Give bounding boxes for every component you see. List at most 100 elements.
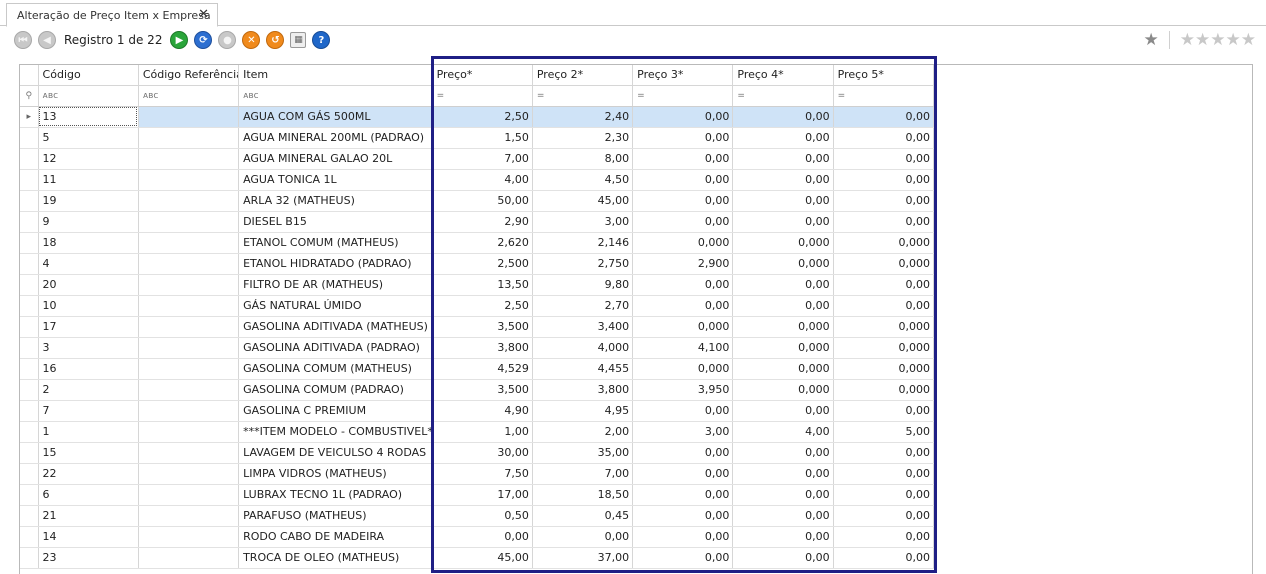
cell-preco-5[interactable]: 0,00 [833, 526, 935, 548]
table-row[interactable]: 12 AGUA MINERAL GALAO 20L 7,00 8,00 0,00 0,00… [20, 148, 935, 170]
cell-preco[interactable]: 13,50 [432, 274, 533, 296]
cell-codigo[interactable]: 18 [38, 232, 139, 254]
cell-preco-3[interactable]: 0,00 [632, 442, 734, 464]
close-icon[interactable]: ✕ [198, 7, 209, 22]
cell-item[interactable]: AGUA MINERAL GALAO 20L [238, 148, 433, 170]
cell-preco-5[interactable]: 0,00 [833, 190, 935, 212]
cell-preco[interactable]: 3,500 [432, 379, 533, 401]
cell-preco-2[interactable]: 4,455 [532, 358, 634, 380]
filter-preco-2[interactable]: = [532, 85, 634, 107]
cell-preco-5[interactable]: 0,000 [833, 253, 935, 275]
cell-preco-4[interactable]: 0,00 [732, 148, 834, 170]
cell-preco-2[interactable]: 2,146 [532, 232, 634, 254]
cell-item[interactable]: TROCA DE OLEO (MATHEUS) [238, 547, 433, 569]
cell-preco-4[interactable]: 0,00 [732, 106, 834, 128]
cell-preco-4[interactable]: 0,000 [732, 337, 834, 359]
cell-preco[interactable]: 2,500 [432, 253, 533, 275]
cell-preco-5[interactable]: 0,00 [833, 148, 935, 170]
cell-item[interactable]: ***ITEM MODELO - COMBUSTIVEL*** [238, 421, 433, 443]
cell-preco-3[interactable]: 0,000 [632, 358, 734, 380]
cell-preco[interactable]: 17,00 [432, 484, 533, 506]
cell-codigo-referencia[interactable] [138, 232, 240, 254]
filter-item[interactable]: ᴀʙc [238, 85, 433, 107]
cell-codigo-referencia[interactable] [138, 484, 240, 506]
disabled-action-icon[interactable]: ● [218, 31, 237, 49]
cell-preco[interactable]: 2,50 [432, 295, 533, 317]
cell-preco-5[interactable]: 0,00 [833, 484, 935, 506]
cell-preco[interactable]: 3,500 [432, 316, 533, 338]
cell-preco[interactable]: 45,00 [432, 547, 533, 569]
cell-codigo[interactable]: 2 [38, 379, 139, 401]
cell-codigo[interactable]: 3 [38, 337, 139, 359]
cell-preco-4[interactable]: 0,00 [732, 274, 834, 296]
table-row[interactable]: 7 GASOLINA C PREMIUM 4,90 4,95 0,00 0,00 0,00 [20, 400, 935, 422]
cell-preco-3[interactable]: 3,00 [632, 421, 734, 443]
cell-preco-4[interactable]: 0,00 [732, 400, 834, 422]
table-row[interactable]: 17 GASOLINA ADITIVADA (MATHEUS) 3,500 3,400… [20, 316, 935, 338]
favorite-star-icon[interactable]: ★ [1144, 30, 1159, 50]
cell-preco-3[interactable]: 0,00 [632, 127, 734, 149]
cell-preco-2[interactable]: 4,50 [532, 169, 634, 191]
cell-preco-4[interactable]: 0,00 [732, 484, 834, 506]
cell-preco[interactable]: 0,50 [432, 505, 533, 527]
cell-codigo-referencia[interactable] [138, 379, 240, 401]
cell-preco[interactable]: 2,620 [432, 232, 533, 254]
cell-codigo[interactable]: 16 [38, 358, 139, 380]
cell-preco[interactable]: 1,50 [432, 127, 533, 149]
table-row[interactable]: 9 DIESEL B15 2,90 3,00 0,00 0,00 0,00 [20, 211, 935, 233]
cell-preco-2[interactable]: 2,30 [532, 127, 634, 149]
filter-codigo[interactable]: ᴀʙc [38, 85, 139, 107]
cell-item[interactable]: LAVAGEM DE VEICULSO 4 RODAS [238, 442, 433, 464]
table-row[interactable]: 19 ARLA 32 (MATHEUS) 50,00 45,00 0,00 0,00 0,0… [20, 190, 935, 212]
cell-preco-4[interactable]: 0,000 [732, 316, 834, 338]
table-row[interactable]: 3 GASOLINA ADITIVADA (PADRAO) 3,800 4,000 4,… [20, 337, 935, 359]
cell-preco[interactable]: 2,50 [432, 106, 533, 128]
cell-preco-2[interactable]: 8,00 [532, 148, 634, 170]
cell-preco-2[interactable]: 9,80 [532, 274, 634, 296]
cell-preco-5[interactable]: 0,00 [833, 295, 935, 317]
grid-view-icon[interactable]: ▦ [290, 32, 307, 48]
cell-item[interactable]: GASOLINA ADITIVADA (PADRAO) [238, 337, 433, 359]
table-row[interactable]: 14 RODO CABO DE MADEIRA 0,00 0,00 0,00 0,00 0,… [20, 526, 935, 548]
refresh-icon[interactable]: ⟳ [194, 31, 213, 49]
cell-item[interactable]: LIMPA VIDROS (MATHEUS) [238, 463, 433, 485]
cell-preco-3[interactable]: 0,00 [632, 211, 734, 233]
cell-codigo-referencia[interactable] [138, 295, 240, 317]
cell-codigo[interactable]: 13 [38, 106, 139, 128]
table-row[interactable]: 21 PARAFUSO (MATHEUS) 0,50 0,45 0,00 0,00 0,00 [20, 505, 935, 527]
cell-preco-2[interactable]: 3,800 [532, 379, 634, 401]
cell-preco-4[interactable]: 0,00 [732, 505, 834, 527]
table-row[interactable]: 5 AGUA MINERAL 200ML (PADRAO) 1,50 2,30 0,00… [20, 127, 935, 149]
table-row[interactable]: 10 GÁS NATURAL ÚMIDO 2,50 2,70 0,00 0,00 0,00 [20, 295, 935, 317]
cell-codigo-referencia[interactable] [138, 274, 240, 296]
cell-codigo[interactable]: 23 [38, 547, 139, 569]
cell-preco[interactable]: 2,90 [432, 211, 533, 233]
cell-item[interactable]: GASOLINA ADITIVADA (MATHEUS) [238, 316, 433, 338]
table-row[interactable]: 1 ***ITEM MODELO - COMBUSTIVEL*** 1,00 2,00… [20, 421, 935, 443]
cell-preco[interactable]: 4,90 [432, 400, 533, 422]
cell-preco-4[interactable]: 0,00 [732, 547, 834, 569]
cell-preco-3[interactable]: 0,00 [632, 295, 734, 317]
cancel-icon[interactable]: ✕ [242, 31, 261, 49]
table-row[interactable]: 2 GASOLINA COMUM (PADRAO) 3,500 3,800 3,950 0… [20, 379, 935, 401]
cell-preco-2[interactable]: 35,00 [532, 442, 634, 464]
cell-codigo[interactable]: 9 [38, 211, 139, 233]
previous-record-icon[interactable]: ◀ [38, 31, 56, 49]
cell-preco-2[interactable]: 7,00 [532, 463, 634, 485]
cell-preco-2[interactable]: 2,70 [532, 295, 634, 317]
cell-codigo[interactable]: 1 [38, 421, 139, 443]
cell-preco-3[interactable]: 0,00 [632, 526, 734, 548]
cell-preco-4[interactable]: 0,00 [732, 463, 834, 485]
cell-preco-5[interactable]: 0,00 [833, 127, 935, 149]
filter-preco-4[interactable]: = [732, 85, 834, 107]
cell-preco-4[interactable]: 0,00 [732, 295, 834, 317]
cell-codigo[interactable]: 11 [38, 169, 139, 191]
cell-item[interactable]: GASOLINA COMUM (MATHEUS) [238, 358, 433, 380]
cell-preco[interactable]: 50,00 [432, 190, 533, 212]
cell-codigo-referencia[interactable] [138, 463, 240, 485]
cell-preco-2[interactable]: 2,00 [532, 421, 634, 443]
column-header-preco-2[interactable]: Preço 2* [532, 65, 634, 86]
cell-preco-3[interactable]: 0,00 [632, 505, 734, 527]
column-header-preco-5[interactable]: Preço 5* [833, 65, 935, 86]
cell-codigo-referencia[interactable] [138, 421, 240, 443]
